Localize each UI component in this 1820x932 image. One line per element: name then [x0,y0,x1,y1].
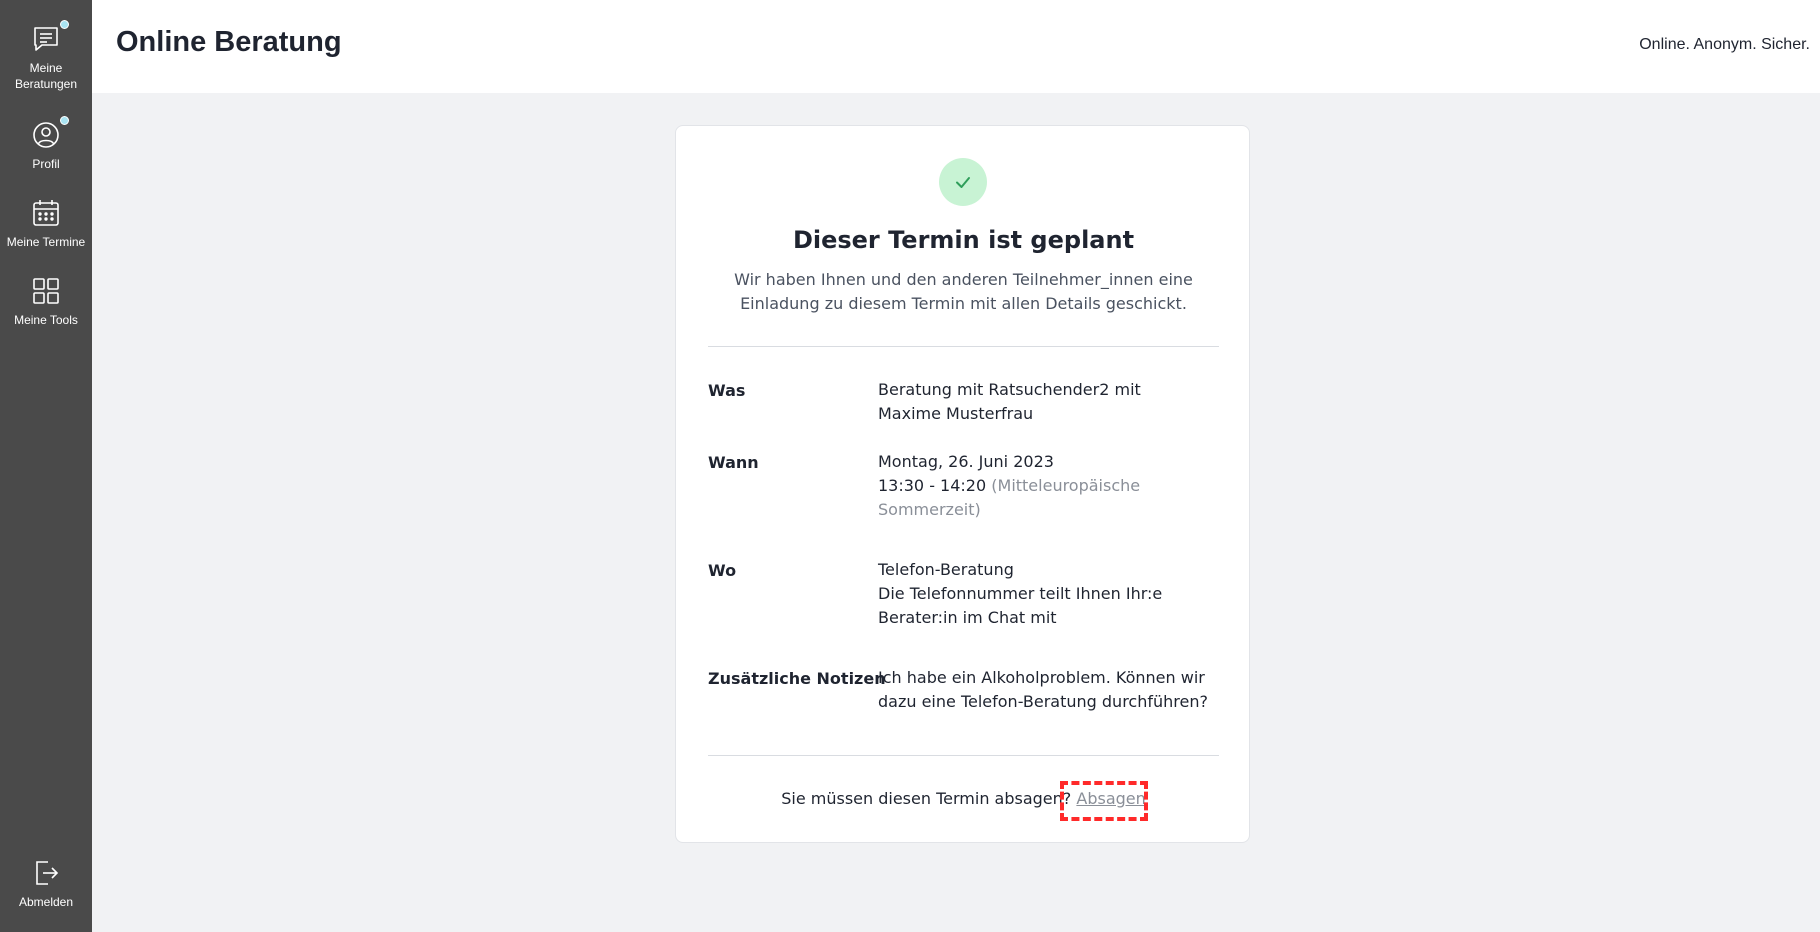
header-tagline: Online. Anonym. Sicher. [1639,36,1810,53]
divider [708,346,1219,347]
divider [708,755,1219,756]
sidebar-item-profil[interactable]: Profil [0,116,92,172]
sidebar: Meine Beratungen Profil Meine Termine Me… [0,0,92,932]
when-time-block: 13:30 - 14:20 (Mitteleuropäische Sommerz… [878,474,1208,522]
notes-label: Zusätzliche Notizen [708,669,886,688]
user-circle-icon [31,116,69,150]
grid-icon [31,276,61,306]
sidebar-item-label: Meine Termine [6,235,86,249]
calendar-icon [31,198,61,228]
sidebar-item-label: Meine Tools [14,313,78,327]
where-note: Die Telefonnummer teilt Ihnen Ihr:e Bera… [878,584,1163,627]
page-title: Online Beratung [116,26,342,58]
when-date: Montag, 26. Juni 2023 [878,452,1054,471]
what-label: Was [708,381,746,400]
chat-icon [31,20,69,54]
cancel-question: Sie müssen diesen Termin absagen? [781,789,1072,808]
cancel-row: Sie müssen diesen Termin absagen? Absage… [676,789,1251,808]
checkmark-icon [939,158,987,206]
appointment-card: Dieser Termin ist geplant Wir haben Ihne… [675,125,1250,843]
appointment-status-title: Dieser Termin ist geplant [792,226,1135,254]
when-time: 13:30 - 14:20 [878,476,987,495]
notes-value: Ich habe ein Alkoholproblem. Können wir … [878,668,1208,711]
sidebar-item-meine-beratungen[interactable]: Meine Beratungen [0,20,92,92]
top-header: Online Beratung Online. Anonym. Sicher. [92,0,1820,93]
where-value: Telefon-Beratung [878,560,1014,579]
when-label: Wann [708,453,759,472]
where-label: Wo [708,561,737,580]
notification-dot [60,20,69,29]
notification-dot [60,116,69,125]
sidebar-item-label: Profil [32,157,60,171]
where-value-block: Telefon-Beratung Die Telefonnummer teilt… [878,558,1208,630]
sidebar-item-meine-termine[interactable]: Meine Termine [0,198,92,250]
what-value: Beratung mit Ratsuchender2 mit Maxime Mu… [878,380,1141,423]
cancel-appointment-link[interactable]: Absagen [1076,789,1145,808]
logout-button[interactable]: Abmelden [0,858,92,910]
when-value: Montag, 26. Juni 2023 13:30 - 14:20 (Mit… [878,450,1208,522]
logout-label: Abmelden [18,895,74,909]
logout-icon [31,858,61,888]
sidebar-item-label: Meine Beratungen [14,61,78,91]
appointment-status-subtitle: Wir haben Ihnen und den anderen Teilnehm… [734,270,1193,313]
sidebar-item-meine-tools[interactable]: Meine Tools [0,276,92,328]
